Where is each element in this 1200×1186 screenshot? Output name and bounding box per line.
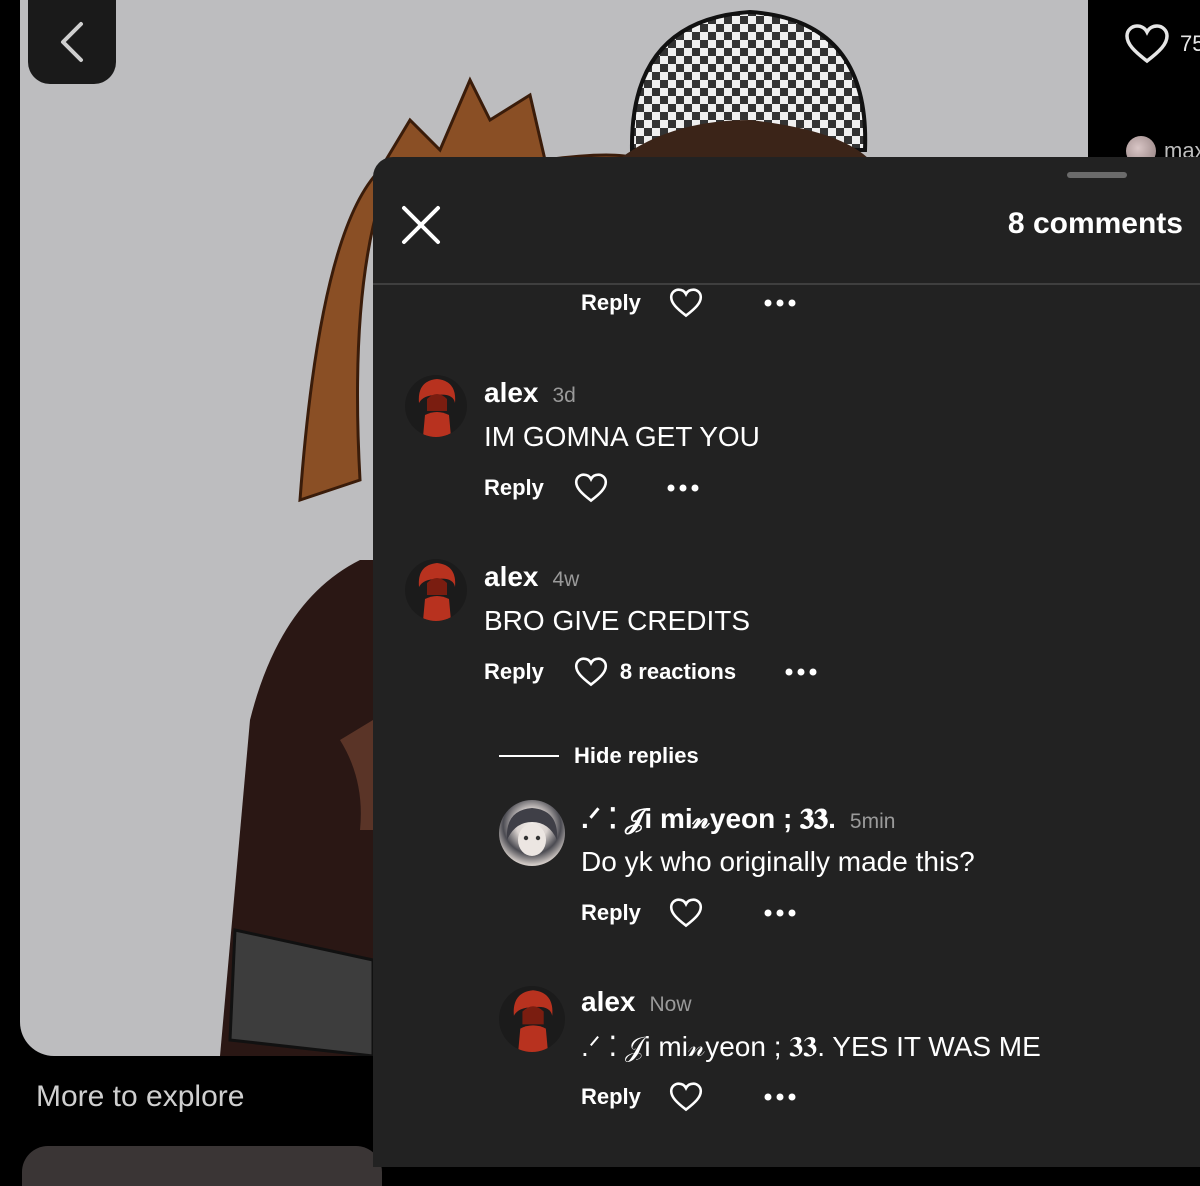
more-options-button[interactable] bbox=[763, 1092, 797, 1102]
reply-actions: Reply bbox=[581, 898, 797, 928]
avatar[interactable] bbox=[499, 800, 565, 866]
chevron-left-icon bbox=[61, 22, 83, 62]
hide-replies-line bbox=[499, 755, 559, 757]
reply-header: alex Now bbox=[581, 986, 692, 1018]
hide-replies-button[interactable]: Hide replies bbox=[499, 743, 699, 769]
heart-icon bbox=[1125, 24, 1169, 64]
back-button[interactable] bbox=[28, 0, 116, 84]
explore-thumbnail[interactable] bbox=[22, 1146, 382, 1186]
heart-icon bbox=[669, 288, 702, 318]
reply-button[interactable]: Reply bbox=[581, 1084, 641, 1110]
more-options-button[interactable] bbox=[784, 667, 818, 677]
comments-panel: 8 comments Reply alex 3d IM GOMNA GET YO… bbox=[373, 157, 1200, 1167]
more-options-button[interactable] bbox=[763, 908, 797, 918]
more-dots-icon bbox=[764, 299, 796, 307]
avatar-image bbox=[418, 563, 456, 621]
comment-text: BRO GIVE CREDITS bbox=[484, 605, 751, 636]
avatar-image bbox=[506, 808, 558, 856]
comment-actions: Reply 8 reactions bbox=[484, 657, 818, 687]
comment-timestamp: 3d bbox=[552, 384, 576, 407]
heart-icon bbox=[669, 1082, 702, 1112]
more-dots-icon bbox=[667, 484, 699, 492]
panel-divider bbox=[373, 283, 1200, 285]
comment-actions: Reply bbox=[581, 288, 797, 318]
reply-button[interactable]: Reply bbox=[484, 659, 544, 685]
comment-text: IM GOMNA GET YOU bbox=[484, 421, 760, 452]
comment-username[interactable]: alex bbox=[484, 561, 539, 593]
reply-actions: Reply bbox=[581, 1082, 797, 1112]
more-dots-icon bbox=[785, 668, 817, 676]
comment-timestamp: 4w bbox=[552, 568, 580, 591]
more-to-explore-heading: More to explore bbox=[36, 1080, 245, 1113]
avatar[interactable] bbox=[499, 986, 565, 1052]
reply-button[interactable]: Reply bbox=[484, 475, 544, 501]
heart-icon bbox=[669, 898, 702, 928]
more-dots-icon bbox=[764, 1093, 796, 1101]
heart-icon bbox=[574, 657, 607, 687]
more-dots-icon bbox=[764, 909, 796, 917]
like-comment-button[interactable] bbox=[669, 288, 703, 318]
close-icon bbox=[402, 206, 440, 244]
reply-timestamp: 5min bbox=[849, 810, 896, 833]
like-comment-button[interactable] bbox=[574, 473, 608, 503]
reply-text: Do yk who originally made this? bbox=[581, 846, 975, 877]
reply-text: .ᐟ ⁚ 𝒥i mi𝓃yeon ; 𝟑𝟑. YES IT WAS ME bbox=[581, 1031, 1041, 1062]
pin-like-count: 75 bbox=[1180, 31, 1200, 56]
like-comment-button[interactable] bbox=[574, 657, 608, 687]
hide-replies-label: Hide replies bbox=[574, 743, 699, 768]
comment-username[interactable]: alex bbox=[484, 377, 539, 409]
comment-header: alex 4w bbox=[484, 561, 579, 593]
like-comment-button[interactable] bbox=[669, 1082, 703, 1112]
pin-like-button[interactable]: 75 bbox=[1124, 24, 1200, 64]
comments-count-title: 8 comments bbox=[1007, 207, 1183, 240]
drag-handle[interactable] bbox=[1067, 172, 1127, 178]
avatar-image bbox=[418, 379, 456, 437]
reply-button[interactable]: Reply bbox=[581, 290, 641, 316]
reply-username[interactable]: .ᐟ ⁚ 𝒥i mi𝓃yeon ; 𝟑𝟑. bbox=[581, 802, 836, 836]
avatar[interactable] bbox=[405, 375, 467, 437]
avatar-image bbox=[513, 990, 553, 1052]
heart-icon bbox=[574, 473, 607, 503]
like-comment-button[interactable] bbox=[669, 898, 703, 928]
reply-button[interactable]: Reply bbox=[581, 900, 641, 926]
comment-header: alex 3d bbox=[484, 377, 576, 409]
more-options-button[interactable] bbox=[666, 483, 700, 493]
comment-actions: Reply bbox=[484, 473, 700, 503]
close-button[interactable] bbox=[399, 203, 443, 247]
reply-header: .ᐟ ⁚ 𝒥i mi𝓃yeon ; 𝟑𝟑. 5min bbox=[581, 802, 895, 836]
reactions-count[interactable]: 8 reactions bbox=[620, 659, 736, 685]
reply-timestamp: Now bbox=[649, 993, 692, 1016]
reply-username[interactable]: alex bbox=[581, 986, 636, 1018]
more-options-button[interactable] bbox=[763, 298, 797, 308]
avatar[interactable] bbox=[405, 559, 467, 621]
